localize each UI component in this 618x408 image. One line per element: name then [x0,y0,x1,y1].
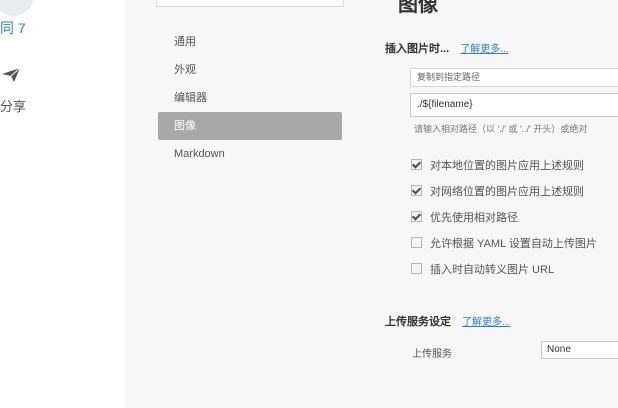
checkbox-apply-local[interactable]: 对本地位置的图片应用上述规则 [411,157,597,183]
upload-service-select[interactable]: None [541,341,618,359]
checkbox-checked[interactable] [411,211,422,222]
checkbox-label: 对本地位置的图片应用上述规则 [430,160,584,172]
sidebar-search-input[interactable] [156,0,344,7]
settings-sidebar: 通用 外观 编辑器 图像 Markdown [158,28,342,168]
sidebar-item-appearance[interactable]: 外观 [158,56,342,84]
page-title: 图像 [398,0,438,16]
path-hint: 请输入相对路径（以 './' 或 '../' 开头）或绝对 [414,124,588,134]
checkbox-list: 对本地位置的图片应用上述规则 对网络位置的图片应用上述规则 优先使用相对路径 允… [411,157,597,287]
upload-learn-more-link[interactable]: 了解更多... [462,317,510,328]
sidebar-item-markdown[interactable]: Markdown [158,140,342,168]
checkbox-yaml-upload[interactable]: 允许根据 YAML 设置自动上传图片 [411,235,597,261]
checkbox-prefer-relative[interactable]: 优先使用相对路径 [411,209,597,235]
upload-service-label: 上传服务 [412,349,452,360]
avatar[interactable] [0,0,34,16]
insert-section-title: 插入图片时... 了解更多... [385,40,509,56]
sidebar-item-general[interactable]: 通用 [158,28,342,56]
sidebar-item-editor[interactable]: 编辑器 [158,84,342,112]
checkbox-apply-network[interactable]: 对网络位置的图片应用上述规则 [411,183,597,209]
checkbox-unchecked[interactable] [411,263,422,274]
upload-section-label: 上传服务设定 [385,316,451,328]
insert-action-select[interactable]: 复制到指定路径 [410,68,618,87]
checkbox-label: 对网络位置的图片应用上述规则 [430,186,584,198]
sidebar-item-image[interactable]: 图像 [158,112,342,140]
checkbox-label: 插入时自动转义图片 URL [430,264,555,276]
share-label[interactable]: 分享 [0,96,26,115]
checkbox-unchecked[interactable] [411,237,422,248]
left-strip: 同 7 分享 [0,0,126,408]
checkbox-label: 优先使用相对路径 [430,212,518,224]
checkbox-label: 允许根据 YAML 设置自动上传图片 [430,238,597,250]
checkbox-checked[interactable] [411,185,422,196]
checkbox-checked[interactable] [411,159,422,170]
checkbox-escape-url[interactable]: 插入时自动转义图片 URL [411,261,597,287]
insert-section-label: 插入图片时... [385,43,450,55]
sync-label[interactable]: 同 7 [0,18,26,38]
insert-learn-more-link[interactable]: 了解更多... [460,44,508,55]
image-path-input[interactable]: ./${filename} [410,93,618,117]
paper-plane-icon[interactable] [0,66,22,84]
upload-section-title: 上传服务设定 了解更多... [385,313,510,329]
